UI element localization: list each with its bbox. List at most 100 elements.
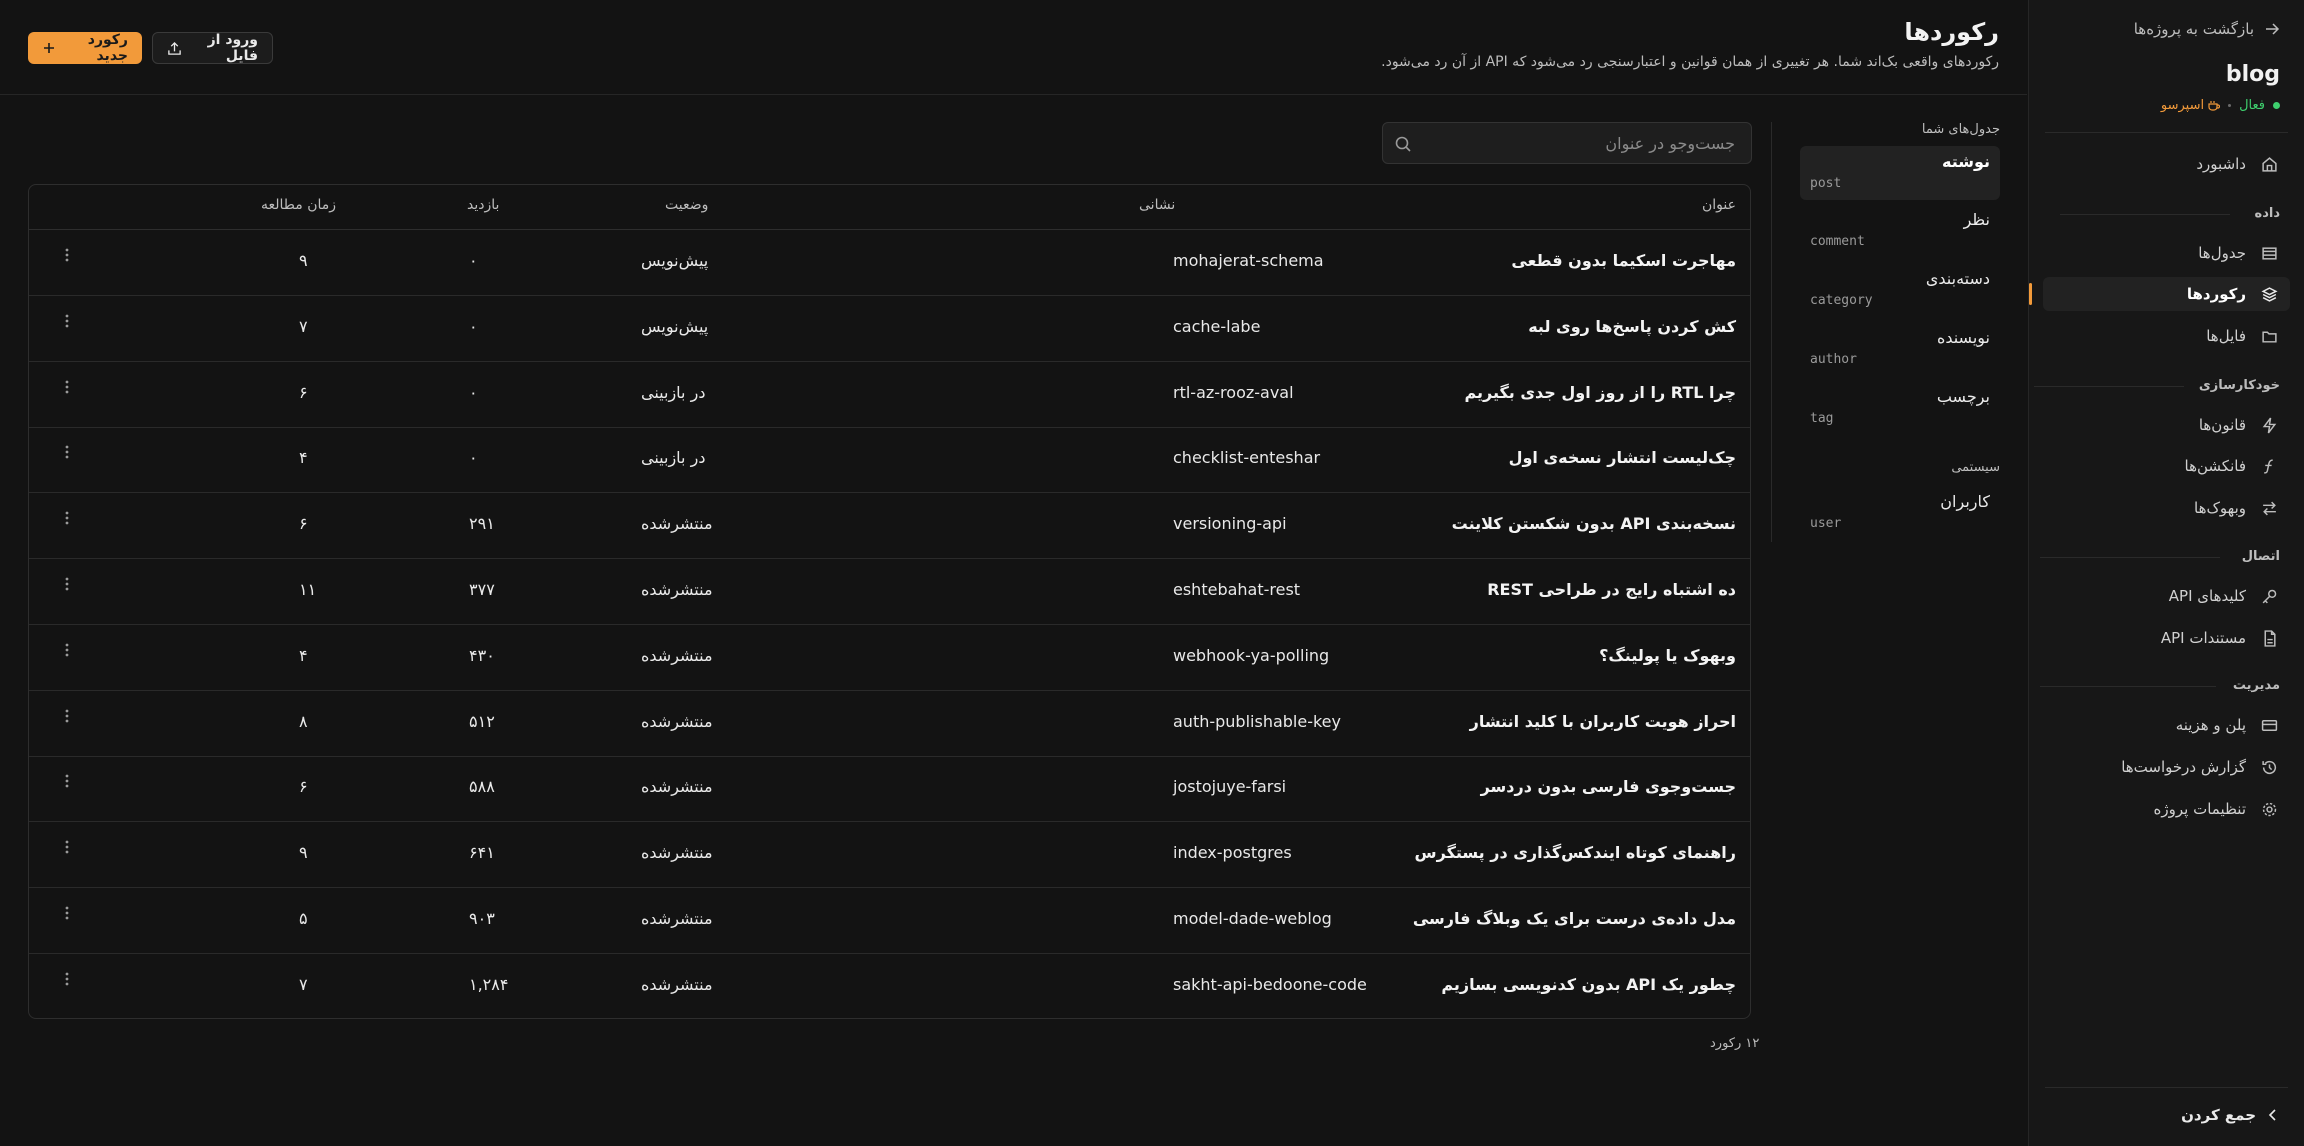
sidebar-item-tables[interactable]: جدول‌ها [2043, 236, 2290, 270]
sidebar-item-label: پلن و هزینه [2175, 716, 2246, 734]
section-divider [2040, 557, 2220, 558]
section-divider [2060, 214, 2230, 215]
cell-views: ۴۳۰ [469, 645, 495, 665]
table-item-post[interactable]: نوشته post [1800, 146, 2000, 200]
cell-title: کش کردن پاسخ‌ها روی لبه [1528, 316, 1736, 336]
more-vertical-icon[interactable] [57, 839, 77, 860]
new-record-button[interactable]: رکورد جدید [28, 32, 142, 64]
layers-icon [2260, 285, 2278, 303]
sidebar-item-label: رکوردها [2186, 285, 2246, 303]
collapse-sidebar-button[interactable]: جمع کردن [2181, 1106, 2280, 1124]
table-slug: tag [1810, 411, 1834, 426]
cell-slug: auth-publishable-key [1173, 711, 1341, 731]
cell-reading-time: ۶ [299, 382, 308, 402]
system-tables-heading: سیستمی [1951, 460, 2000, 475]
cell-slug: checklist-enteshar [1173, 448, 1321, 468]
sidebar-item-rules[interactable]: قانون‌ها [2043, 408, 2290, 442]
sidebar-item-label: مستندات API [2160, 629, 2246, 647]
cell-views: ۱,۲۸۴ [469, 974, 509, 994]
sidebar: بازگشت به پروژه‌ها blog فعال اسپرسو داشب… [2028, 0, 2304, 1146]
card-icon [2260, 716, 2278, 734]
key-icon [2260, 587, 2278, 605]
back-to-projects-link[interactable]: بازگشت به پروژه‌ها [2134, 20, 2280, 38]
cell-reading-time: ۸ [299, 711, 308, 731]
cell-slug: webhook-ya-polling [1173, 645, 1330, 665]
table-row[interactable]: وبهوک یا پولینگ؟ webhook-ya-polling منتشرش… [29, 625, 1750, 691]
table-item-category[interactable]: دسته‌بندی category [1800, 263, 2000, 317]
table-row[interactable]: ده اشتباه رایج در طراحی REST eshtebahat-r… [29, 559, 1750, 625]
search-box [1382, 122, 1752, 164]
more-vertical-icon[interactable] [57, 773, 77, 794]
table-item-author[interactable]: نویسنده author [1800, 322, 2000, 376]
table-row[interactable]: نسخه‌بندی API بدون شکستن کلاینت versionin… [29, 493, 1750, 560]
search-input[interactable] [1423, 123, 1737, 163]
cell-views: ۳۷۷ [469, 580, 495, 599]
table-row[interactable]: مدل داده‌ی درست برای یک وبلاگ فارسی model… [29, 888, 1750, 954]
table-row[interactable]: جست‌وجوی فارسی بدون دردسر jostojuye-farsi… [29, 756, 1750, 823]
sidebar-item-records[interactable]: رکوردها [2029, 277, 2290, 311]
gear-icon [2260, 800, 2278, 818]
import-from-file-button[interactable]: ورود از فایل [152, 32, 273, 64]
cell-status: منتشرشده [641, 777, 713, 797]
sidebar-item-settings[interactable]: تنظیمات پروژه [2043, 792, 2290, 826]
cell-reading-time: ۹ [299, 251, 308, 270]
more-vertical-icon[interactable] [57, 444, 77, 465]
more-vertical-icon[interactable] [57, 313, 77, 334]
table-row[interactable]: راهنمای کوتاه ایندکس‌گذاری در پستگرس inde… [29, 822, 1750, 889]
column-header-views[interactable]: بازدید [467, 197, 499, 213]
cell-reading-time: ۵ [299, 909, 308, 928]
cell-views: ۰ [469, 251, 478, 270]
table-row[interactable]: چک‌لیست انتشار نسخه‌ی اول checklist-entes… [29, 427, 1750, 494]
table-row[interactable]: کش کردن پاسخ‌ها روی لبه cache-labe پیش‌نوی… [29, 296, 1750, 362]
sidebar-item-request-log[interactable]: گزارش درخواست‌ها [2043, 750, 2290, 784]
section-divider [2040, 686, 2216, 687]
more-vertical-icon[interactable] [57, 247, 77, 268]
table-row[interactable]: احراز هویت کاربران با کلید انتشار auth-pu… [29, 691, 1750, 757]
cell-title: وبهوک یا پولینگ؟ [1599, 645, 1736, 665]
section-label: اتصال [2241, 549, 2280, 564]
table-row[interactable]: چطور یک API بدون کدنویسی بسازیم sakht-api… [29, 954, 1750, 1018]
cell-status: پیش‌نویس [641, 316, 709, 336]
more-vertical-icon[interactable] [57, 576, 77, 597]
table-name: کاربران [1940, 492, 1990, 511]
sidebar-item-functions[interactable]: فانکشن‌ها [2043, 449, 2290, 483]
sidebar-item-webhooks[interactable]: وبهوک‌ها [2043, 491, 2290, 525]
section-management: مدیریت [2040, 678, 2280, 693]
new-record-label: رکورد جدید [87, 32, 128, 64]
cell-reading-time: ۶ [299, 777, 308, 797]
cell-views: ۰ [469, 316, 478, 336]
sidebar-item-label: قانون‌ها [2198, 416, 2246, 434]
more-vertical-icon[interactable] [57, 905, 77, 926]
table-item-comment[interactable]: نظر comment [1800, 204, 2000, 258]
column-header-reading-time[interactable]: زمان مطالعه [261, 197, 336, 213]
table-header: عنوان نشانی وضعیت بازدید زمان مطالعه [29, 185, 1750, 230]
more-vertical-icon[interactable] [57, 379, 77, 400]
sidebar-item-dashboard[interactable]: داشبورد [2043, 147, 2290, 181]
cell-status: منتشرشده [641, 580, 713, 599]
more-vertical-icon[interactable] [57, 510, 77, 531]
section-divider [2034, 386, 2184, 387]
section-automation: خودکارسازی [2034, 378, 2280, 393]
more-vertical-icon[interactable] [57, 708, 77, 729]
more-vertical-icon[interactable] [57, 971, 77, 992]
column-header-slug[interactable]: نشانی [1139, 197, 1175, 213]
table-row[interactable]: مهاجرت اسکیما بدون قطعی mohajerat-schema پ… [29, 230, 1750, 296]
cell-slug: rtl-az-rooz-aval [1173, 382, 1294, 402]
sidebar-item-api-keys[interactable]: کلیدهای API [2043, 579, 2290, 613]
sidebar-item-api-docs[interactable]: مستندات API [2043, 621, 2290, 655]
table-slug: author [1810, 352, 1857, 367]
sidebar-item-label: فایل‌ها [2206, 327, 2246, 345]
column-header-status[interactable]: وضعیت [665, 197, 708, 213]
table-row[interactable]: چرا RTL را از روز اول جدی بگیریم rtl-az-r… [29, 362, 1750, 428]
table-name: نویسنده [1936, 328, 1990, 347]
more-vertical-icon[interactable] [57, 642, 77, 663]
home-icon [2260, 155, 2278, 173]
sidebar-item-billing[interactable]: پلن و هزینه [2043, 708, 2290, 742]
column-header-title[interactable]: عنوان [1702, 197, 1736, 213]
import-label: ورود از فایل [207, 32, 258, 64]
cell-slug: jostojuye-farsi [1173, 777, 1287, 797]
table-item-user[interactable]: کاربران user [1800, 486, 2000, 540]
table-item-tag[interactable]: برچسب tag [1800, 381, 2000, 435]
arrow-right-icon [2264, 21, 2280, 37]
sidebar-item-files[interactable]: فایل‌ها [2043, 319, 2290, 353]
